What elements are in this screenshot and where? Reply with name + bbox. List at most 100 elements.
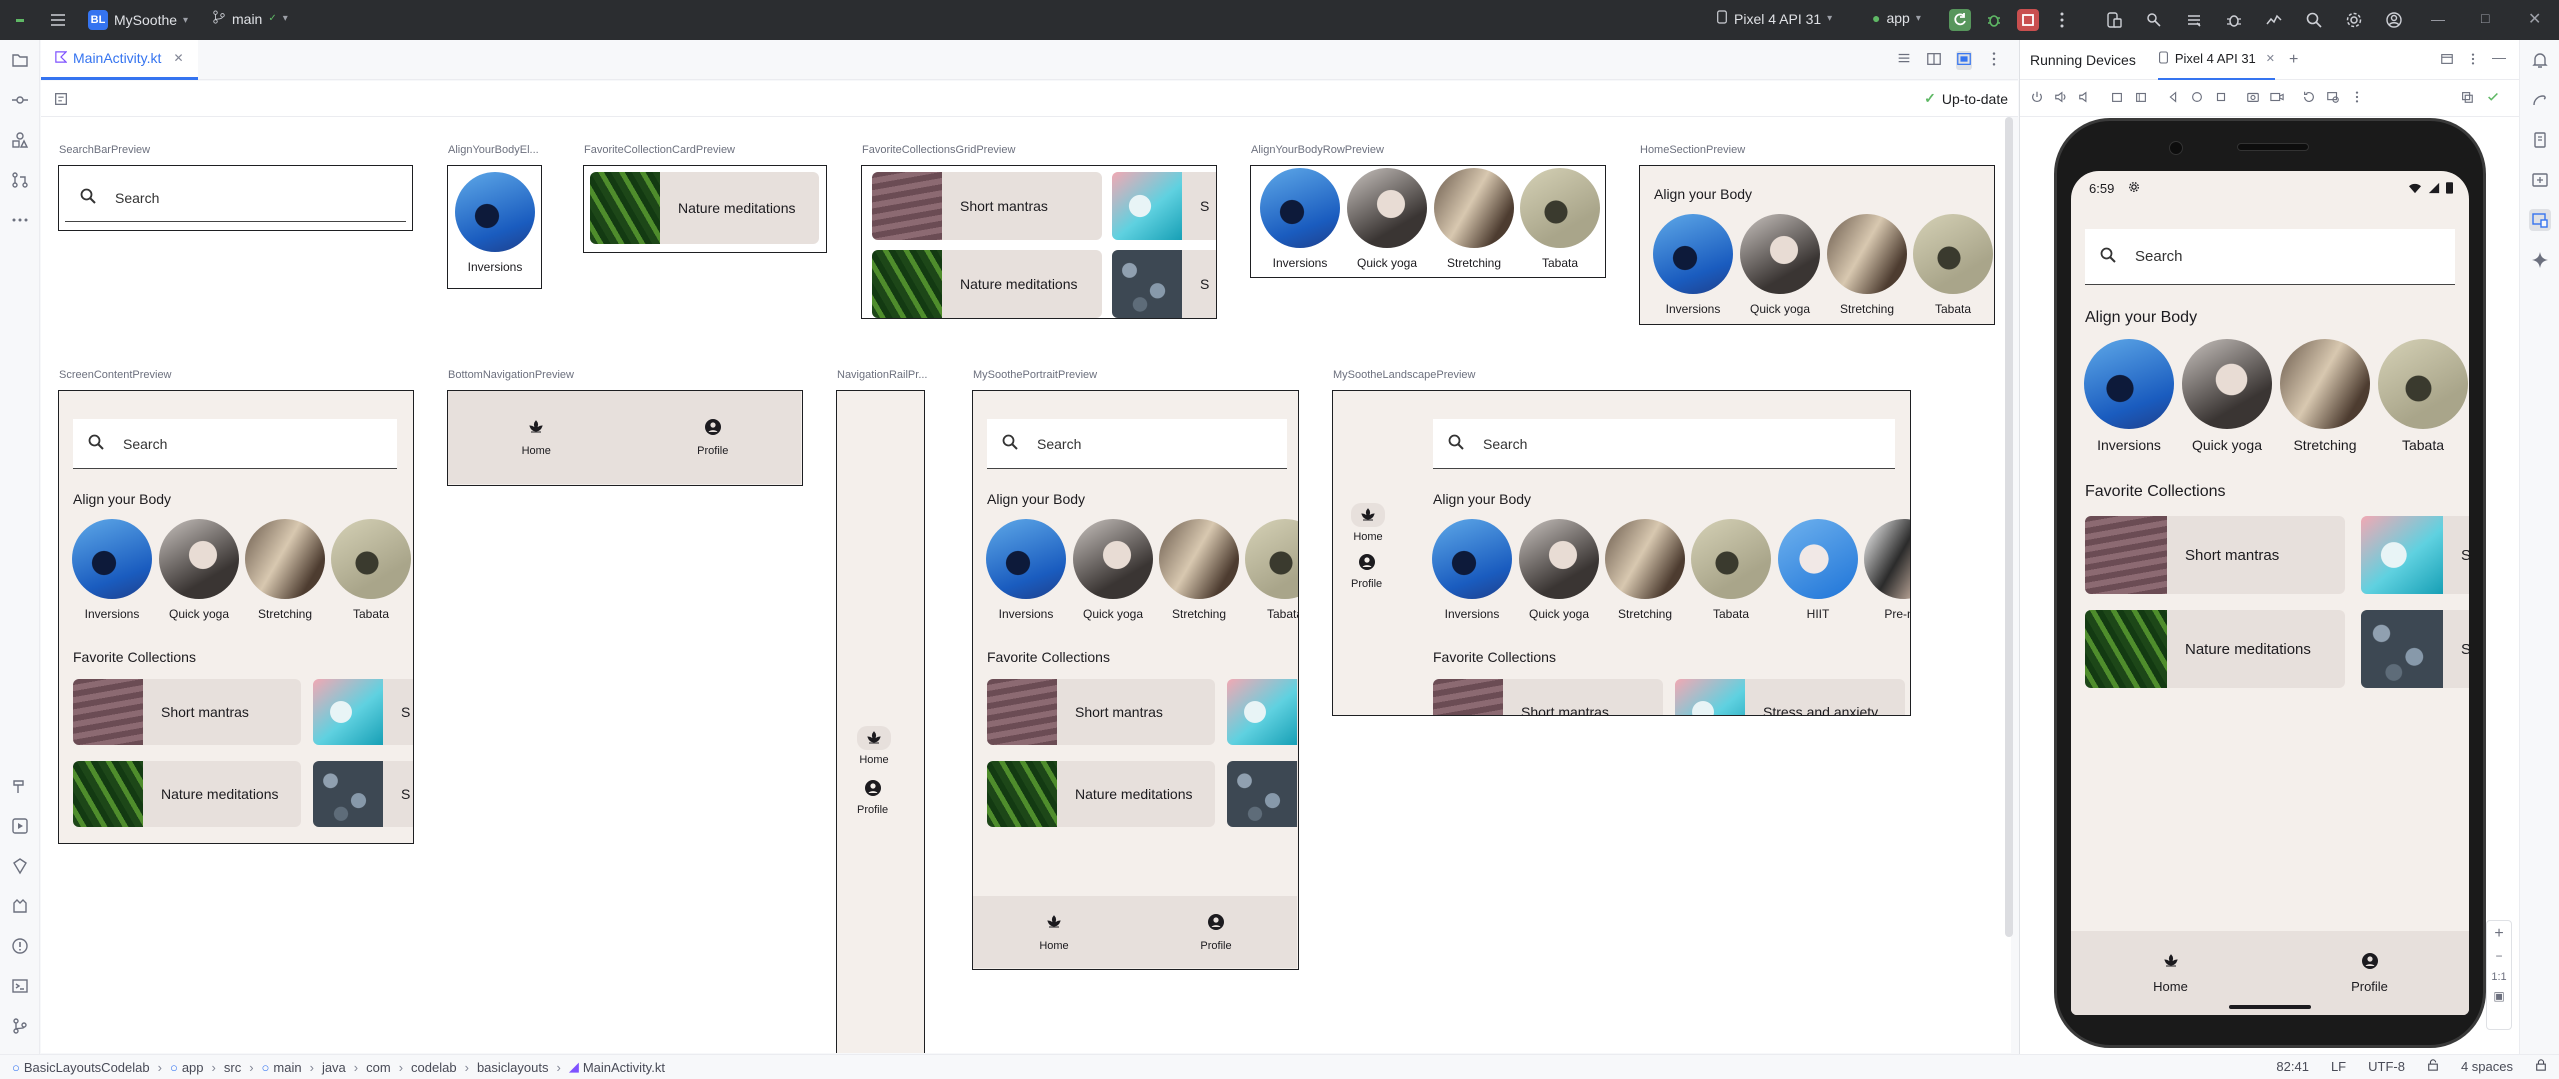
layout-inspector-icon[interactable] — [2326, 90, 2342, 106]
app-quality-insights-icon[interactable] — [9, 855, 31, 877]
nav-rail-preview[interactable]: Home Profile — [836, 390, 925, 1053]
search-input[interactable]: Search — [2085, 229, 2455, 285]
stop-icon[interactable] — [2017, 9, 2039, 31]
caret-position[interactable]: 82:41 — [2276, 1059, 2309, 1074]
running-devices-icon[interactable] — [2529, 209, 2551, 231]
fav-card-preview[interactable]: Nature meditations — [583, 165, 827, 253]
align-item[interactable]: Quick yoga — [2179, 339, 2275, 453]
project-folder-icon[interactable] — [9, 49, 31, 71]
commit-icon[interactable] — [9, 89, 31, 111]
gemini-icon[interactable] — [2529, 249, 2551, 271]
build-hammer-icon[interactable] — [9, 775, 31, 797]
collection-card[interactable]: Nature meditations — [2085, 610, 2345, 688]
home-section-preview[interactable]: Align your Body Inversions Quick yoga St… — [1639, 165, 1995, 325]
breadcrumb-item[interactable]: codelab — [411, 1060, 457, 1075]
zoom-actual-size[interactable]: 1:1 — [2487, 963, 2511, 983]
align-item[interactable]: Stretching — [2277, 339, 2373, 453]
volume-down-icon[interactable] — [2078, 90, 2094, 106]
breadcrumb-item[interactable]: ○ main — [262, 1060, 302, 1075]
hide-panel-icon[interactable]: — — [2492, 49, 2506, 65]
zoom-out-icon[interactable]: − — [2487, 943, 2511, 963]
collection-card[interactable]: S — [2361, 516, 2469, 594]
search-input[interactable]: Search — [73, 419, 397, 469]
align-item[interactable]: Inversions — [2081, 339, 2177, 453]
add-device-icon[interactable]: + — [2289, 51, 2298, 69]
problems-icon[interactable] — [9, 935, 31, 957]
snapshot-icon[interactable] — [2302, 90, 2318, 106]
debug-icon[interactable] — [1983, 9, 2005, 31]
screenshot-icon[interactable] — [2246, 90, 2262, 106]
inspector-icon[interactable] — [2143, 9, 2165, 31]
home-icon[interactable] — [2190, 90, 2206, 106]
preview-refresh-icon[interactable] — [53, 91, 69, 110]
logcat-icon[interactable] — [9, 895, 31, 917]
code-view-icon[interactable] — [1896, 51, 1912, 70]
panel-options-icon[interactable] — [2466, 52, 2480, 69]
editor-more-icon[interactable] — [1986, 51, 2002, 70]
nav-item-home[interactable]: Home — [973, 896, 1135, 968]
overview-icon[interactable] — [2214, 90, 2230, 106]
breadcrumb-item[interactable]: ◢ MainActivity.kt — [569, 1059, 665, 1075]
close-tab-icon[interactable]: ✕ — [2266, 52, 2275, 65]
design-view-icon[interactable] — [1956, 51, 1972, 70]
window-layout-icon[interactable] — [2440, 52, 2454, 69]
editor-tab-mainactivity[interactable]: MainActivity.kt ✕ — [41, 39, 198, 80]
zoom-in-icon[interactable]: + — [2487, 921, 2511, 943]
align-item[interactable]: Tabata — [2375, 339, 2469, 453]
nav-item-home[interactable]: Home — [1351, 503, 1385, 543]
portrait-preview[interactable]: Search Align your Body Inversions Quick … — [972, 390, 1299, 970]
breadcrumb-item[interactable]: ○ BasicLayoutsCodelab — [12, 1060, 150, 1075]
breadcrumb-item[interactable]: java — [322, 1060, 346, 1075]
rotate-left-icon[interactable] — [2110, 90, 2126, 106]
resource-manager-icon[interactable] — [9, 129, 31, 151]
maximize-window-icon[interactable]: □ — [2481, 10, 2489, 26]
collection-card[interactable]: Short mantras — [2085, 516, 2345, 594]
nav-item-home[interactable]: Home — [448, 391, 625, 484]
search-bar-preview[interactable]: Search — [58, 165, 413, 231]
readonly-lock-icon[interactable] — [2427, 1059, 2439, 1074]
split-view-icon[interactable] — [1926, 51, 1942, 70]
rerun-icon[interactable] — [1949, 9, 1971, 31]
close-window-icon[interactable]: ✕ — [2528, 9, 2541, 29]
copy-icon[interactable] — [2460, 90, 2476, 106]
file-encoding[interactable]: UTF-8 — [2368, 1059, 2405, 1074]
breadcrumb-item[interactable]: com — [366, 1060, 391, 1075]
device-selector[interactable]: Pixel 4 API 31 ▾ — [1716, 10, 1832, 27]
align-row-preview[interactable]: Inversions Quick yoga Stretching Tabata — [1250, 165, 1606, 278]
version-control-icon[interactable] — [9, 1015, 31, 1037]
bottom-nav-preview[interactable]: Home Profile — [447, 390, 803, 486]
device-manager-icon[interactable] — [2103, 9, 2125, 31]
device-tab[interactable]: Pixel 4 API 31 ✕ — [2157, 40, 2276, 80]
back-icon[interactable] — [2166, 90, 2182, 106]
volume-up-icon[interactable] — [2054, 90, 2070, 106]
close-tab-icon[interactable]: ✕ — [173, 51, 183, 65]
align-element-preview[interactable]: Inversions — [447, 165, 542, 289]
emulator-icon[interactable] — [2529, 169, 2551, 191]
nav-item-profile[interactable]: Profile — [1135, 896, 1297, 968]
breadcrumb-item[interactable]: ○ app — [170, 1060, 204, 1075]
gesture-handle[interactable] — [2229, 1005, 2311, 1009]
notifications-icon[interactable] — [2529, 49, 2551, 71]
screen-content-preview[interactable]: Search Align your Body Inversions Quick … — [58, 390, 414, 844]
search-input[interactable]: Search — [1433, 419, 1895, 469]
fav-grid-preview[interactable]: Short mantras S Nature meditations S — [861, 165, 1217, 319]
search-input[interactable]: Search — [987, 419, 1287, 469]
gradle-icon[interactable] — [2529, 89, 2551, 111]
minimize-window-icon[interactable]: — — [2431, 11, 2445, 27]
bug-icon[interactable] — [2223, 9, 2245, 31]
pull-requests-icon[interactable] — [9, 169, 31, 191]
line-separator[interactable]: LF — [2331, 1059, 2346, 1074]
canvas-scrollbar[interactable] — [2005, 117, 2013, 937]
branch-selector[interactable]: main ✓ ▾ — [212, 10, 288, 27]
landscape-preview[interactable]: Home Profile Search Align your Body Inve… — [1332, 390, 1911, 716]
nav-item-home[interactable]: Home — [857, 726, 891, 766]
breadcrumb-item[interactable]: src — [224, 1060, 241, 1075]
screen-record-icon[interactable] — [2270, 90, 2286, 106]
profiler-icon[interactable] — [2263, 9, 2285, 31]
indent-setting[interactable]: 4 spaces — [2461, 1059, 2513, 1074]
run-icon[interactable] — [9, 815, 31, 837]
account-icon[interactable] — [2383, 9, 2405, 31]
rotate-right-icon[interactable] — [2134, 90, 2150, 106]
device-file-explorer-icon[interactable] — [2529, 129, 2551, 151]
project-selector[interactable]: BL MySoothe ▾ — [88, 10, 188, 30]
